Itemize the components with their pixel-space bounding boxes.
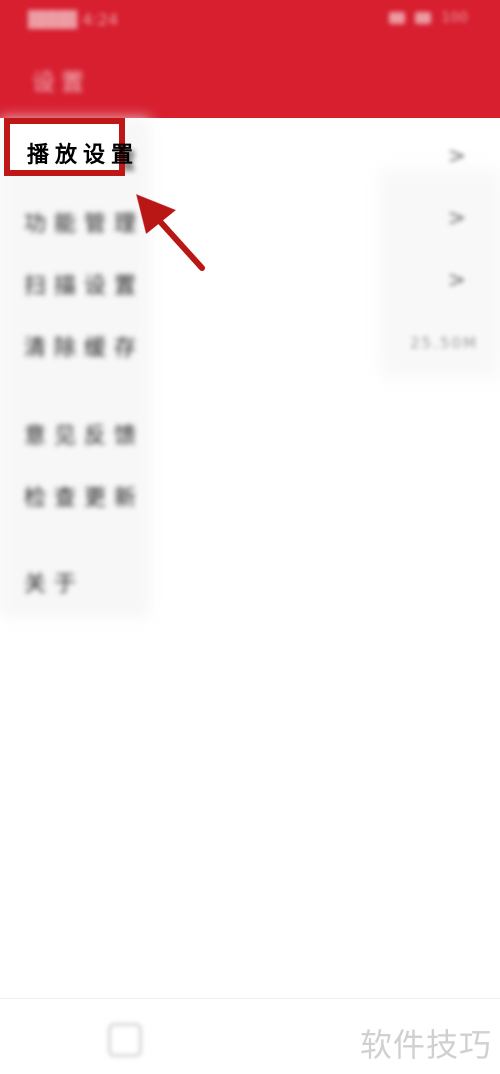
chevron-right-icon: > bbox=[447, 206, 466, 231]
cache-size: 25.50M bbox=[410, 334, 478, 352]
chevron-right-icon: > bbox=[447, 144, 466, 169]
page-title: 设置 bbox=[32, 70, 90, 96]
status-icons: 100 bbox=[389, 10, 468, 26]
settings-content: 播放设置 > 功能管理 > 扫描设置 > 清除缓存 25.50M 意见反馈 检查… bbox=[0, 118, 500, 998]
settings-row-cache[interactable]: 清除缓存 25.50M bbox=[0, 314, 500, 376]
app-screen: ████ 4:24 100 设置 播放设置 > 功能管理 > 扫描设置 > 清除… bbox=[0, 0, 500, 1074]
wifi-icon bbox=[415, 12, 432, 24]
pointer-arrow-icon bbox=[135, 193, 205, 271]
row-label-about: 关于 bbox=[24, 572, 85, 597]
menu-icon[interactable] bbox=[108, 1023, 142, 1057]
settings-row-update[interactable]: 检查更新 bbox=[0, 464, 500, 526]
row-label-update: 检查更新 bbox=[24, 486, 145, 511]
chevron-right-icon: > bbox=[447, 268, 466, 293]
status-bar: ████ 4:24 100 bbox=[0, 0, 500, 42]
playback-settings-label: 播放设置 bbox=[27, 142, 140, 168]
status-time: ████ 4:24 bbox=[28, 10, 119, 29]
settings-row-scan[interactable]: 扫描设置 > bbox=[0, 252, 500, 314]
battery-level: 100 bbox=[441, 10, 468, 26]
row-label-cache: 清除缓存 bbox=[24, 336, 145, 361]
settings-row-feedback[interactable]: 意见反馈 bbox=[0, 402, 500, 464]
row-label-feedback: 意见反馈 bbox=[24, 424, 145, 449]
settings-row-about[interactable]: 关于 bbox=[0, 550, 500, 612]
app-header: ████ 4:24 100 设置 bbox=[0, 0, 500, 118]
settings-row-features[interactable]: 功能管理 > bbox=[0, 190, 500, 252]
playback-settings-highlight[interactable]: 播放设置 bbox=[4, 118, 133, 176]
signal-icon bbox=[389, 12, 406, 24]
watermark-text: 软件技巧 bbox=[359, 1026, 492, 1064]
